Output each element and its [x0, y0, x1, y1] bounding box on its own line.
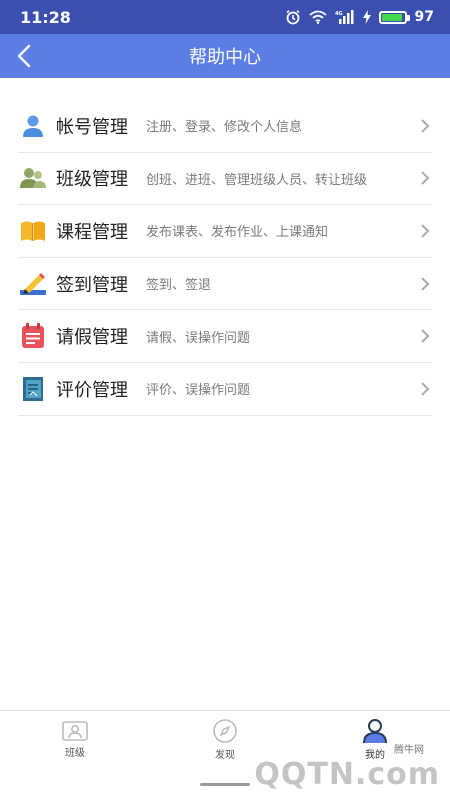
- status-time: 11:28: [20, 7, 71, 27]
- menu-item-title: 评价管理: [56, 379, 128, 401]
- pencil-icon: [18, 269, 48, 299]
- menu-item-desc: 发布课表、发布作业、上课通知: [146, 225, 329, 241]
- chevron-right-icon: [421, 224, 430, 238]
- menu-item-desc: 创班、进班、管理班级人员、转让班级: [146, 172, 368, 188]
- calendar-note-icon: [18, 321, 48, 351]
- menu-item-course[interactable]: 课程管理 发布课表、发布作业、上课通知: [18, 205, 432, 258]
- notebook-icon: [18, 374, 48, 404]
- svg-text:4G: 4G: [335, 11, 343, 17]
- wifi-icon: [308, 10, 327, 24]
- menu-item-title: 课程管理: [56, 221, 128, 243]
- charging-icon: [362, 10, 371, 24]
- nav-label: 发现: [215, 750, 235, 761]
- back-button[interactable]: [8, 40, 40, 72]
- nav-item-discover[interactable]: 发现: [150, 711, 300, 768]
- class-card-icon: [62, 721, 88, 741]
- nav-label: 班级: [65, 748, 85, 759]
- chevron-right-icon: [421, 119, 430, 133]
- chevron-left-icon: [17, 44, 31, 68]
- status-icons: 4G 97: [285, 9, 434, 25]
- app-bar: 帮助中心: [0, 34, 450, 78]
- page-title: 帮助中心: [189, 47, 261, 68]
- nav-item-mine[interactable]: 我的: [300, 711, 450, 768]
- menu-item-desc: 签到、签退: [146, 278, 212, 294]
- chevron-right-icon: [421, 382, 430, 396]
- battery-icon: [378, 10, 410, 24]
- menu-item-title: 帐号管理: [56, 116, 128, 138]
- user-icon: [18, 111, 48, 141]
- menu-item-desc: 注册、登录、修改个人信息: [146, 120, 303, 136]
- alarm-icon: [285, 9, 301, 25]
- menu-item-account[interactable]: 帐号管理 注册、登录、修改个人信息: [18, 100, 432, 153]
- menu-item-title: 班级管理: [56, 169, 128, 191]
- status-bar: 11:28 4G 97: [0, 0, 450, 34]
- chevron-right-icon: [421, 329, 430, 343]
- menu-item-class[interactable]: 班级管理 创班、进班、管理班级人员、转让班级: [18, 153, 432, 206]
- nav-label: 我的: [365, 750, 385, 761]
- chevron-right-icon: [421, 276, 430, 291]
- help-menu-list: 帐号管理 注册、登录、修改个人信息 班级管理 创班、进班、管理班级人员、转让班级…: [18, 100, 432, 416]
- nav-item-class[interactable]: 班级: [0, 711, 150, 768]
- book-icon: [18, 216, 48, 246]
- compass-icon: [213, 719, 237, 743]
- menu-item-signin[interactable]: 签到管理 签到、签退: [18, 258, 432, 311]
- battery-level: 97: [414, 9, 434, 25]
- menu-item-desc: 请假、误操作问题: [146, 330, 251, 346]
- signal-4g-icon: 4G: [335, 10, 355, 24]
- bottom-nav: 班级 发现 我的: [0, 710, 450, 768]
- home-indicator[interactable]: [200, 783, 250, 786]
- menu-item-title: 签到管理: [56, 274, 128, 296]
- users-icon: [18, 163, 48, 193]
- menu-item-evaluation[interactable]: 评价管理 评价、误操作问题: [18, 363, 432, 416]
- person-icon: [363, 719, 387, 744]
- menu-item-desc: 评价、误操作问题: [146, 383, 251, 399]
- menu-item-leave[interactable]: 请假管理 请假、误操作问题: [18, 310, 432, 363]
- chevron-right-icon: [421, 171, 430, 186]
- menu-item-title: 请假管理: [56, 327, 128, 349]
